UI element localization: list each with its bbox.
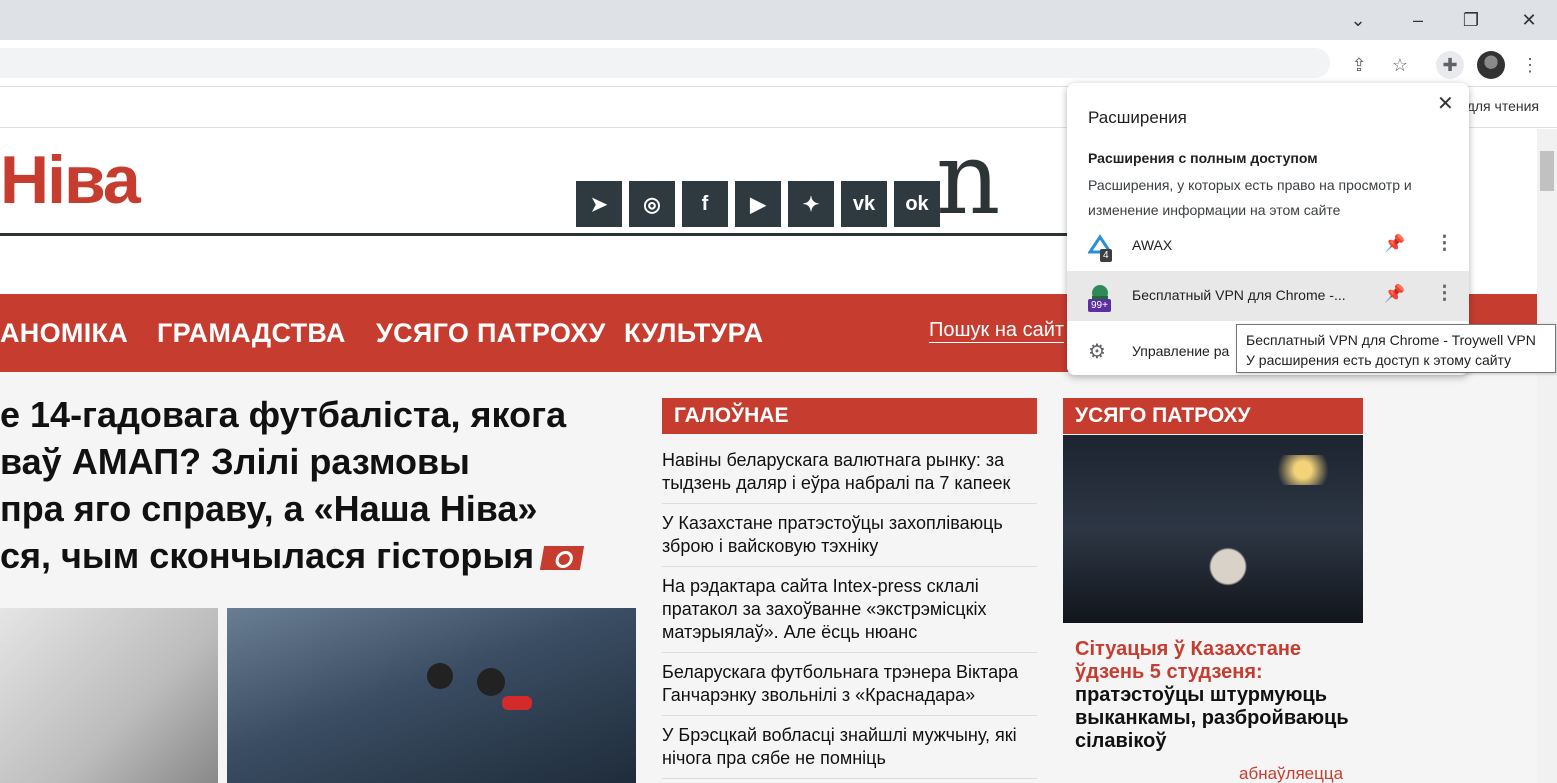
tooltip-line: У расширения есть доступ к этому сайту <box>1246 352 1512 368</box>
more-vert-icon[interactable]: ⋮ <box>1435 282 1454 305</box>
header-divider <box>0 233 1080 236</box>
star-icon[interactable]: ☆ <box>1386 51 1414 79</box>
extension-item-awax[interactable]: 4 AWAX 📌 ⋮ <box>1067 221 1469 271</box>
vk-icon[interactable]: vk <box>841 181 887 227</box>
nav-item-misc[interactable]: УСЯГО ПАТРОХУ <box>376 318 606 349</box>
extension-item-vpn[interactable]: 99+ Бесплатный VPN для Chrome -... 📌 ⋮ <box>1067 271 1469 321</box>
headline-line: ся, чым скончылася гісторыя <box>0 535 535 576</box>
feature-title-black: пратэстоўцы штурмуюць выканкамы, разброй… <box>1075 684 1349 752</box>
section-header-misc[interactable]: УСЯГО ПАТРОХУ <box>1063 398 1363 434</box>
header-letter-n: n <box>936 129 1001 237</box>
minimize-icon[interactable]: – <box>1390 0 1446 40</box>
avatar[interactable] <box>1477 51 1505 79</box>
instagram-icon[interactable]: ◎ <box>629 181 675 227</box>
pin-icon[interactable]: 📌 <box>1384 234 1405 254</box>
list-item[interactable]: У Казахстане пратэстоўцы захопліваюць зб… <box>662 510 1037 567</box>
extension-tooltip: Бесплатный VPN для Chrome - Troywell VPN… <box>1236 324 1556 373</box>
main-headline[interactable]: е 14-гадовага футбаліста, якога ваў АМАП… <box>0 391 640 579</box>
list-item[interactable]: У Брэсцкай вобласці знайшлі мужчыну, які… <box>662 722 1037 779</box>
puzzle-icon[interactable]: ✚ <box>1436 51 1464 79</box>
close-icon[interactable]: ✕ <box>1501 0 1557 40</box>
site-logo[interactable]: Ніва <box>0 141 141 219</box>
headline-line: е 14-гадовага футбаліста, якога <box>0 394 567 435</box>
share-icon[interactable]: ⇪ <box>1345 51 1373 79</box>
scroll-thumb[interactable] <box>1540 151 1554 191</box>
address-bar[interactable] <box>0 48 1330 78</box>
list-item[interactable]: Навіны беларускага валютнага рынку: за т… <box>662 447 1037 504</box>
page-scrollbar[interactable] <box>1537 129 1557 783</box>
telegram-icon[interactable]: ➤ <box>576 181 622 227</box>
article-photo-right[interactable] <box>227 608 636 783</box>
extension-name: AWAX <box>1132 237 1173 253</box>
video-badge-icon <box>539 546 585 571</box>
close-icon[interactable]: ✕ <box>1437 91 1454 116</box>
youtube-icon[interactable]: ▶ <box>735 181 781 227</box>
manage-extensions-label: Управление ра <box>1132 343 1230 359</box>
reading-list-button[interactable]: для чтения <box>1467 98 1539 114</box>
chevron-down-icon[interactable]: ⌄ <box>1330 0 1386 40</box>
extension-name: Бесплатный VPN для Chrome -... <box>1132 287 1346 303</box>
popup-section-desc: Расширения, у которых есть право на прос… <box>1088 177 1412 218</box>
feature-title[interactable]: Сітуацыя ў Казахстане ўдзень 5 студзеня:… <box>1075 638 1355 753</box>
photo-lights <box>1263 455 1343 485</box>
tooltip-line: Бесплатный VPN для Chrome - Troywell VPN <box>1246 332 1536 348</box>
nav-item-culture[interactable]: КУЛЬТУРА <box>624 318 763 349</box>
odnoklassniki-icon[interactable]: ok <box>894 181 940 227</box>
feature-photo[interactable] <box>1063 435 1363 623</box>
photo-figure <box>502 696 532 710</box>
list-item[interactable]: Беларускага футбольнага трэнера Віктара … <box>662 659 1037 716</box>
extension-badge: 99+ <box>1088 299 1111 312</box>
search-input[interactable]: Пошук на сайт <box>929 319 1065 343</box>
list-item[interactable]: На рэдактара сайта Intex-press склалі пр… <box>662 573 1037 653</box>
news-list: Навіны беларускага валютнага рынку: за т… <box>662 447 1037 783</box>
photo-figure <box>427 663 453 689</box>
nav-item-economy[interactable]: АНОМІКА <box>0 318 128 349</box>
nav-item-society[interactable]: ГРАМАДСТВА <box>157 318 346 349</box>
gear-icon: ⚙ <box>1088 341 1106 363</box>
restore-icon[interactable]: ❐ <box>1443 0 1499 40</box>
headline-line: ваў АМАП? Злілі размовы <box>0 441 470 482</box>
popup-title: Расширения <box>1088 108 1187 127</box>
popup-section-title: Расширения с полным доступом <box>1088 150 1318 166</box>
awax-icon: 4 <box>1087 234 1113 262</box>
more-vert-icon[interactable]: ⋮ <box>1516 51 1544 79</box>
feature-title-red: Сітуацыя ў Казахстане ўдзень 5 студзеня: <box>1075 638 1302 683</box>
vpn-icon: 99+ <box>1088 284 1112 312</box>
section-header-main[interactable]: ГАЛОЎНАЕ <box>662 398 1037 434</box>
extension-badge: 4 <box>1100 249 1112 262</box>
update-label: абнаўляецца <box>1239 764 1344 783</box>
browser-titlebar: ⌄ – ❐ ✕ <box>0 0 1557 40</box>
facebook-icon[interactable]: f <box>682 181 728 227</box>
pin-icon[interactable]: 📌 <box>1384 284 1405 304</box>
article-photo-left[interactable] <box>0 608 218 783</box>
more-vert-icon[interactable]: ⋮ <box>1435 232 1454 255</box>
headline-line: пра яго справу, а «Наша Ніва» <box>0 488 538 529</box>
twitter-icon[interactable]: ✦ <box>788 181 834 227</box>
browser-toolbar: ⇪ ☆ ✚ ⋮ <box>0 43 1557 87</box>
photo-figure <box>477 668 505 696</box>
